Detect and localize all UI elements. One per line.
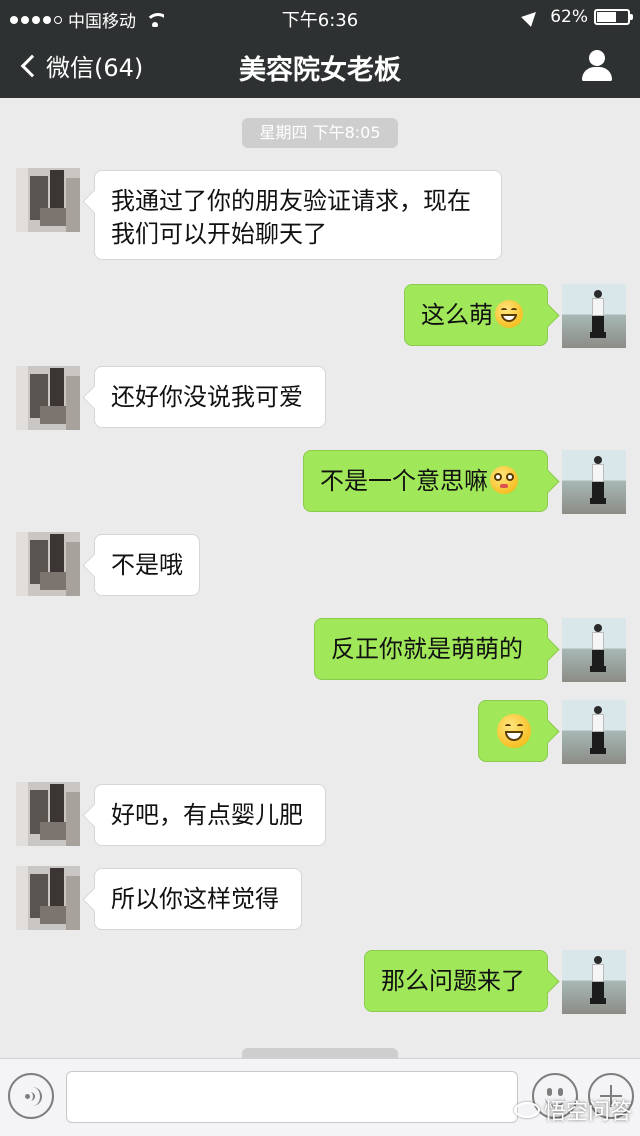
message-text: 我们可以开始聊天了 bbox=[111, 220, 327, 248]
status-right: 62% bbox=[521, 7, 633, 27]
contact-avatar[interactable] bbox=[16, 782, 80, 846]
battery-fill bbox=[597, 12, 616, 22]
battery-icon bbox=[594, 9, 633, 25]
status-bar: 中国移动 下午6:36 62% bbox=[0, 0, 640, 34]
contact-avatar[interactable] bbox=[16, 366, 80, 430]
message-text: 不是哦 bbox=[111, 551, 183, 579]
my-avatar[interactable] bbox=[562, 284, 626, 348]
message-bubble-received[interactable]: 我通过了你的朋友验证请求，现在 我们可以开始聊天了 bbox=[94, 170, 502, 260]
message-bubble-received[interactable]: 所以你这样觉得 bbox=[94, 868, 302, 930]
contact-avatar[interactable] bbox=[16, 532, 80, 596]
message-text: 反正你就是萌萌的 bbox=[331, 635, 523, 663]
message-bubble-received[interactable]: 还好你没说我可爱 bbox=[94, 366, 326, 428]
message-input[interactable] bbox=[66, 1071, 518, 1123]
profile-icon bbox=[589, 50, 605, 66]
my-avatar[interactable] bbox=[562, 450, 626, 514]
location-icon bbox=[521, 7, 542, 27]
message-bubble-sent[interactable]: 不是一个意思嘛 bbox=[303, 450, 548, 512]
timestamp-pill: 星期四 下午8:05 bbox=[242, 118, 398, 148]
profile-button[interactable] bbox=[580, 48, 614, 82]
my-avatar[interactable] bbox=[562, 700, 626, 764]
message-text: 所以你这样觉得 bbox=[111, 885, 279, 913]
chat-title: 美容院女老板 bbox=[239, 55, 401, 86]
grin-emoji-icon bbox=[495, 300, 523, 328]
message-bubble-sent[interactable] bbox=[478, 700, 548, 762]
message-text: 好吧，有点婴儿肥 bbox=[111, 801, 303, 829]
wukong-logo-icon bbox=[513, 1102, 540, 1118]
message-text: 不是一个意思嘛 bbox=[320, 467, 488, 495]
contact-avatar[interactable] bbox=[16, 866, 80, 930]
message-text: 我通过了你的朋友验证请求，现在 bbox=[111, 187, 471, 215]
message-bubble-sent[interactable]: 反正你就是萌萌的 bbox=[314, 618, 548, 680]
message-text: 那么问题来了 bbox=[381, 967, 525, 995]
message-bubble-sent[interactable]: 那么问题来了 bbox=[364, 950, 548, 1012]
timestamp-pill-partial bbox=[242, 1048, 398, 1058]
message-text: 还好你没说我可爱 bbox=[111, 383, 303, 411]
grin-emoji-icon bbox=[497, 714, 531, 748]
watermark: 悟空问答 bbox=[513, 1094, 632, 1126]
nav-bar: 微信(64) 美容院女老板 bbox=[0, 34, 640, 98]
message-text: 这么萌 bbox=[421, 301, 493, 329]
contact-avatar[interactable] bbox=[16, 168, 80, 232]
voice-button[interactable] bbox=[8, 1073, 54, 1119]
my-avatar[interactable] bbox=[562, 618, 626, 682]
my-avatar[interactable] bbox=[562, 950, 626, 1014]
chat-area[interactable]: 星期四 下午8:05 我通过了你的朋友验证请求，现在 我们可以开始聊天了 这么萌… bbox=[0, 98, 640, 1058]
battery-percent: 62% bbox=[550, 7, 588, 27]
message-bubble-sent[interactable]: 这么萌 bbox=[404, 284, 548, 346]
message-bubble-received[interactable]: 好吧，有点婴儿肥 bbox=[94, 784, 326, 846]
message-bubble-received[interactable]: 不是哦 bbox=[94, 534, 200, 596]
flushed-emoji-icon bbox=[490, 466, 518, 494]
watermark-text: 悟空问答 bbox=[543, 1100, 632, 1125]
